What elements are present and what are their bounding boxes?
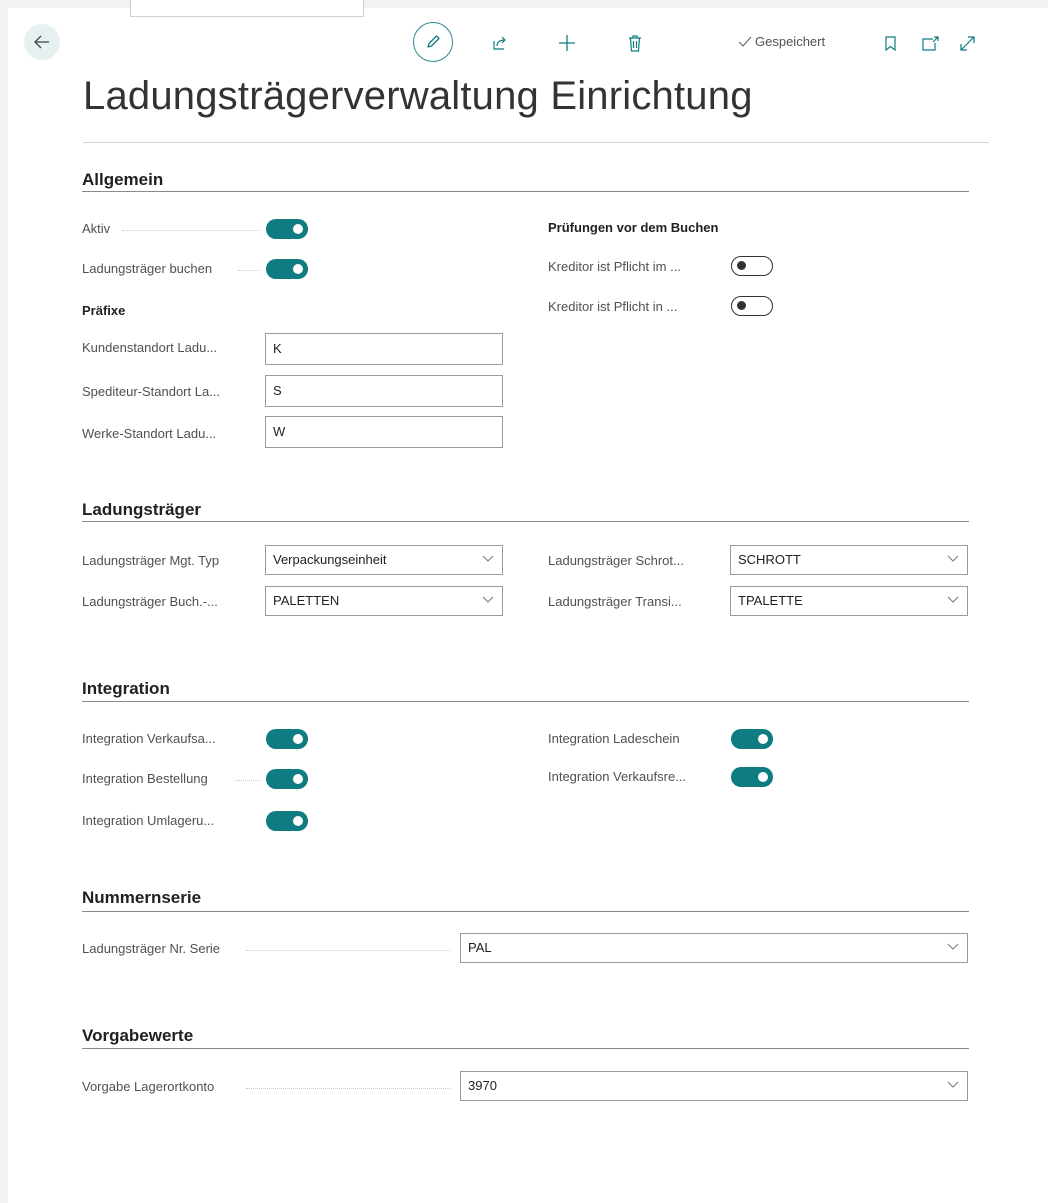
check-icon	[738, 36, 752, 47]
field-label-scrap: Ladungsträger Schrot...	[548, 553, 684, 568]
field-label-plant-location: Werke-Standort Ladu...	[82, 426, 217, 441]
chevron-down-icon	[947, 1081, 959, 1088]
section-divider	[82, 1048, 969, 1049]
section-title-carriers: Ladungsträger	[82, 500, 202, 519]
new-button[interactable]	[557, 33, 577, 53]
bookmark-button[interactable]	[882, 33, 898, 53]
customer-location-prefix-input[interactable]: K	[265, 333, 503, 365]
title-divider	[83, 142, 989, 143]
transit-value: TPALETTE	[738, 593, 803, 608]
posting-group-select[interactable]: PALETTEN	[265, 586, 503, 616]
plus-icon	[559, 35, 575, 51]
field-label-mgt-type: Ladungsträger Mgt. Typ	[82, 553, 220, 568]
scrap-value: SCHROTT	[738, 552, 801, 567]
field-label-posting-group: Ladungsträger Buch.-...	[82, 594, 218, 609]
back-arrow-icon	[34, 35, 49, 49]
section-title-general: Allgemein	[82, 170, 164, 189]
field-label-post-carriers: Ladungsträger buchen	[82, 261, 213, 276]
field-label-vendor-required-1: Kreditor ist Pflicht im ...	[548, 259, 681, 274]
location-account-value: 3970	[468, 1078, 497, 1093]
section-divider	[82, 701, 969, 702]
share-button[interactable]	[490, 33, 510, 53]
chevron-down-icon	[482, 555, 494, 562]
field-label-number-series: Ladungsträger Nr. Serie	[82, 941, 221, 956]
mgt-type-value: Verpackungseinheit	[273, 552, 387, 567]
chevron-down-icon	[482, 596, 494, 603]
number-series-value: PAL	[468, 940, 492, 955]
delete-button[interactable]	[626, 33, 644, 53]
field-label-location-account: Vorgabe Lagerortkonto	[82, 1079, 215, 1094]
share-icon	[493, 36, 506, 50]
label-leader	[238, 270, 260, 271]
field-label-customer-location: Kundenstandort Ladu...	[82, 340, 218, 355]
back-button[interactable]	[24, 24, 60, 60]
toggle-int-purchase-order[interactable]	[266, 769, 308, 789]
field-label-vendor-required-2: Kreditor ist Pflicht in ...	[548, 299, 678, 314]
expand-button[interactable]	[957, 33, 977, 53]
toggle-post-carriers[interactable]	[266, 259, 308, 279]
field-label-int-purchase-order: Integration Bestellung	[82, 771, 208, 786]
plant-location-prefix-input[interactable]: W	[265, 416, 503, 448]
toggle-vendor-required-1[interactable]	[731, 256, 773, 276]
number-series-select[interactable]: PAL	[460, 933, 968, 963]
toggle-active[interactable]	[266, 219, 308, 239]
label-leader	[122, 230, 260, 231]
edit-pencil-icon	[427, 35, 440, 48]
bookmark-icon	[884, 35, 896, 51]
section-divider	[82, 521, 969, 522]
field-label-transit: Ladungsträger Transi...	[548, 594, 682, 609]
tooltip-remnant	[130, 0, 364, 17]
section-title-integration: Integration	[82, 679, 170, 698]
expand-icon	[959, 35, 975, 51]
label-leader	[236, 780, 260, 781]
section-divider	[82, 191, 969, 192]
section-title-numbering: Nummernserie	[82, 888, 202, 907]
location-account-select[interactable]: 3970	[460, 1071, 968, 1101]
subheading-prefixes: Präfixe	[82, 303, 126, 318]
toggle-int-sales-invoice[interactable]	[731, 767, 773, 787]
toggle-int-sales-order[interactable]	[266, 729, 308, 749]
field-label-carrier-location: Spediteur-Standort La...	[82, 384, 221, 399]
section-title-defaults: Vorgabewerte	[82, 1026, 194, 1045]
label-leader	[246, 950, 450, 951]
field-label-int-sales-order: Integration Verkaufsa...	[82, 731, 216, 746]
toggle-vendor-required-2[interactable]	[731, 296, 773, 316]
toggle-int-transfer[interactable]	[266, 811, 308, 831]
posting-group-value: PALETTEN	[273, 593, 340, 608]
label-leader	[246, 1088, 450, 1089]
field-label-int-loading-slip: Integration Ladeschein	[548, 731, 680, 746]
chevron-down-icon	[947, 596, 959, 603]
open-new-window-button[interactable]	[920, 33, 940, 53]
field-label-int-transfer: Integration Umlageru...	[82, 813, 215, 828]
transit-select[interactable]: TPALETTE	[730, 586, 968, 616]
subheading-checks: Prüfungen vor dem Buchen	[548, 220, 719, 235]
carrier-location-prefix-input[interactable]: S	[265, 375, 503, 407]
field-label-int-sales-invoice: Integration Verkaufsre...	[548, 769, 687, 784]
scrap-select[interactable]: SCHROTT	[730, 545, 968, 575]
mgt-type-select[interactable]: Verpackungseinheit	[265, 545, 503, 575]
saved-status: Gespeichert	[738, 34, 825, 49]
field-label-active: Aktiv	[82, 221, 111, 236]
delete-icon	[629, 34, 641, 52]
chevron-down-icon	[947, 943, 959, 950]
edit-button[interactable]	[413, 22, 453, 62]
saved-status-label: Gespeichert	[755, 34, 826, 49]
toggle-int-loading-slip[interactable]	[731, 729, 773, 749]
section-divider	[82, 911, 969, 912]
open-new-window-icon	[921, 35, 939, 51]
chevron-down-icon	[947, 555, 959, 562]
page-title: Ladungsträgerverwaltung Einrichtung	[83, 74, 753, 118]
